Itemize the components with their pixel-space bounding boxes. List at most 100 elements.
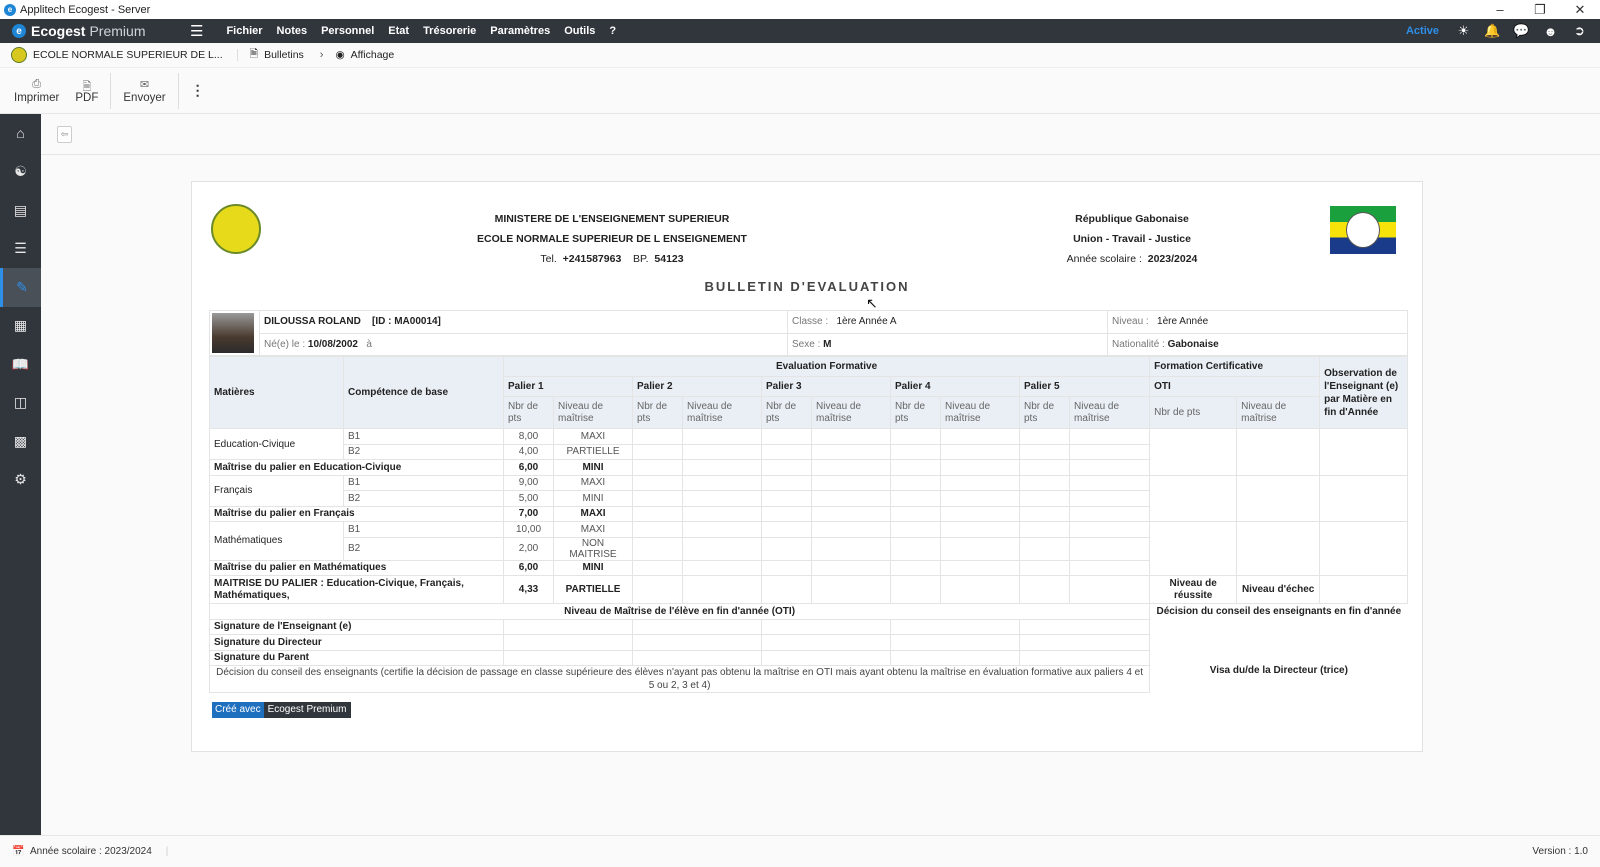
menu-notes[interactable]: Notes [270, 25, 315, 37]
sidebar-item-wallet[interactable]: ▩ [0, 422, 41, 461]
menu-personnel[interactable]: Personnel [314, 25, 381, 37]
user-icon[interactable]: ☻ [1536, 24, 1565, 39]
fail-level: Niveau d'échec [1236, 575, 1321, 604]
breadcrumb-bulletins[interactable]: 🗎 Bulletins [250, 46, 304, 64]
brand-name: Ecogest [31, 23, 86, 39]
sidebar: ⌂ ☯ ▤ ☰ ✎ ▦ 📖 ◫ ▩ ⚙ [0, 114, 41, 835]
menu-help[interactable]: ? [602, 25, 623, 37]
menu-outils[interactable]: Outils [557, 25, 602, 37]
menu-etat[interactable]: Etat [381, 25, 416, 37]
council-decision-title: Décision du conseil des enseignants en f… [1156, 606, 1402, 617]
sidebar-item-books[interactable]: 📖 [0, 345, 41, 384]
main-content: ⇦ MINISTERE DE L'ENSEIGNEMENT SUPERIEUR … [41, 114, 1600, 835]
school-year: 2023/2024 [1147, 253, 1198, 265]
eye-icon: ◉ [335, 49, 345, 61]
hamburger-menu-icon[interactable]: ☰ [190, 22, 203, 40]
theme-sun-icon[interactable]: ☀ [1449, 23, 1478, 39]
oti-level-label: Niveau de Maîtrise de l'élève en fin d'a… [208, 603, 1151, 620]
summary-level: MAXI [553, 505, 633, 522]
sidebar-item-buildings[interactable]: ▦ [0, 307, 41, 346]
student-class: 1ère Année A [836, 316, 897, 328]
phone: +241587963 [562, 253, 622, 265]
window-title: Applitech Ecogest - Server [20, 3, 151, 16]
window-titlebar: e Applitech Ecogest - Server – ❐ ✕ [0, 0, 1600, 19]
breadcrumb: ECOLE NORMALE SUPERIEUR DE L... 🗎 Bulleti… [0, 43, 1600, 68]
logout-icon[interactable]: ➲ [1565, 23, 1594, 39]
calendar-icon: 📅 [12, 846, 25, 857]
subject-name: Français [209, 474, 344, 507]
mastery-header: Niveau de maîtrise [811, 396, 891, 429]
pts-value: 2,00 [503, 536, 554, 561]
presentation-icon: ◫ [13, 394, 28, 411]
ministry-name: MINISTERE DE L'ENSEIGNEMENT SUPERIEUR [494, 213, 730, 225]
summary-label: Maîtrise du palier en Mathématiques [209, 559, 504, 576]
student-photo [212, 313, 254, 353]
pdf-icon: 🗎 [82, 80, 92, 93]
pts-value: 8,00 [503, 428, 554, 445]
summary-label: Maîtrise du palier en Education-Civique [209, 459, 504, 476]
sidebar-item-home[interactable]: ⌂ [0, 114, 41, 153]
divider [110, 72, 112, 109]
sidebar-item-presentation[interactable]: ◫ [0, 384, 41, 423]
pts-header: Nbr de pts [503, 396, 554, 429]
send-button[interactable]: ✉ Envoyer [115, 78, 173, 104]
pts-value: 9,00 [503, 474, 554, 491]
card-icon: ▤ [13, 201, 28, 218]
summary-level: MINI [553, 559, 633, 576]
chat-icon[interactable]: 💬 [1507, 23, 1536, 39]
summary-pts: 6,00 [503, 559, 554, 576]
col-subjects: Matières [209, 356, 344, 429]
top-navbar: e Ecogest Premium ☰ Fichier Notes Person… [0, 19, 1600, 43]
minimize-button[interactable]: – [1480, 2, 1520, 18]
credit-brand: Ecogest Premium [263, 702, 351, 718]
more-options-button[interactable]: ⋮ [183, 82, 213, 99]
back-button[interactable]: ⇦ [57, 125, 72, 143]
mastery-value: MAXI [553, 474, 633, 491]
mastery-value: MINI [553, 490, 633, 507]
motto: Union - Travail - Justice [1073, 233, 1191, 245]
sidebar-item-settings[interactable]: ⚙ [0, 461, 41, 500]
mastery-header: Niveau de maîtrise [940, 396, 1020, 429]
menu-fichier[interactable]: Fichier [219, 25, 269, 37]
pencil-icon: ✎ [16, 278, 28, 295]
school-logo [211, 204, 261, 254]
brand: e Ecogest Premium [0, 23, 190, 39]
arrow-left-icon: ⇦ [60, 128, 69, 139]
menu-parametres[interactable]: Paramètres [483, 25, 557, 37]
student-level: 1ère Année [1157, 316, 1209, 328]
col-observation: Observation de l'Enseignant (e) par Mati… [1319, 356, 1408, 429]
close-button[interactable]: ✕ [1560, 2, 1600, 18]
list-icon: ☰ [14, 240, 27, 257]
palier-3: Palier 3 [761, 376, 891, 397]
bell-icon[interactable]: 🔔 [1478, 23, 1507, 39]
printer-icon: ⎙ [32, 77, 42, 90]
sidebar-item-students[interactable]: ☯ [0, 153, 41, 192]
pdf-button[interactable]: 🗎 PDF [67, 78, 106, 104]
chevron-right-icon: › [319, 49, 324, 61]
sidebar-item-list[interactable]: ☰ [0, 230, 41, 269]
restore-button[interactable]: ❐ [1520, 2, 1560, 18]
republic: République Gabonaise [1075, 213, 1189, 225]
print-button[interactable]: ⎙ Imprimer [6, 78, 67, 104]
main-menu: Fichier Notes Personnel Etat Trésorerie … [219, 25, 623, 37]
mastery-header: Niveau de maîtrise [553, 396, 633, 429]
student-id: [ID : MA00014] [371, 316, 441, 328]
report-title: BULLETIN D'EVALUATION [704, 279, 910, 294]
summary-level: MINI [553, 459, 633, 476]
pts-value: 4,00 [503, 443, 554, 460]
competence: B1 [343, 428, 504, 445]
col-certificative: Formation Certificative [1149, 356, 1321, 377]
brand-edition: Premium [89, 23, 146, 39]
pts-value: 10,00 [503, 521, 554, 538]
document-icon: 🗎 [249, 48, 259, 60]
sidebar-item-cards[interactable]: ▤ [0, 191, 41, 230]
menu-tresorerie[interactable]: Trésorerie [416, 25, 483, 37]
credit-label: Créé avec [212, 702, 264, 718]
sig-teacher: Signature de l'Enseignant (e) [209, 618, 504, 635]
status-year-label: Année scolaire : [30, 846, 102, 857]
palier-1: Palier 1 [503, 376, 633, 397]
status-bar: 📅 Année scolaire : 2023/2024 | Version :… [0, 835, 1600, 867]
school-name[interactable]: ECOLE NORMALE SUPERIEUR DE L... [33, 49, 238, 61]
competence: B2 [343, 490, 504, 507]
sidebar-item-notes[interactable]: ✎ [0, 268, 41, 307]
